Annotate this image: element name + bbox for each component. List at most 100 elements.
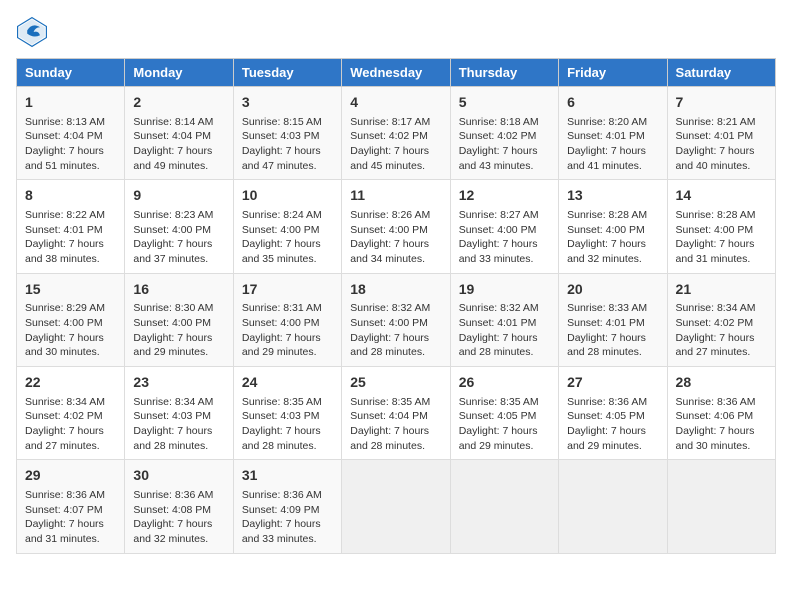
day-info: Sunrise: 8:13 AM Sunset: 4:04 PM Dayligh… [25, 115, 116, 174]
calendar-cell: 13Sunrise: 8:28 AM Sunset: 4:00 PM Dayli… [559, 180, 667, 273]
day-number: 11 [350, 186, 441, 206]
calendar-cell: 23Sunrise: 8:34 AM Sunset: 4:03 PM Dayli… [125, 367, 233, 460]
day-info: Sunrise: 8:22 AM Sunset: 4:01 PM Dayligh… [25, 208, 116, 267]
day-number: 14 [676, 186, 767, 206]
calendar-week-3: 15Sunrise: 8:29 AM Sunset: 4:00 PM Dayli… [17, 273, 776, 366]
logo-icon [16, 16, 48, 48]
day-number: 9 [133, 186, 224, 206]
day-number: 4 [350, 93, 441, 113]
day-number: 2 [133, 93, 224, 113]
calendar-cell: 8Sunrise: 8:22 AM Sunset: 4:01 PM Daylig… [17, 180, 125, 273]
day-number: 27 [567, 373, 658, 393]
calendar-cell [450, 460, 558, 553]
day-number: 13 [567, 186, 658, 206]
day-info: Sunrise: 8:34 AM Sunset: 4:02 PM Dayligh… [25, 395, 116, 454]
day-info: Sunrise: 8:33 AM Sunset: 4:01 PM Dayligh… [567, 301, 658, 360]
calendar-week-4: 22Sunrise: 8:34 AM Sunset: 4:02 PM Dayli… [17, 367, 776, 460]
weekday-header-saturday: Saturday [667, 59, 775, 87]
day-info: Sunrise: 8:32 AM Sunset: 4:00 PM Dayligh… [350, 301, 441, 360]
day-number: 5 [459, 93, 550, 113]
day-info: Sunrise: 8:29 AM Sunset: 4:00 PM Dayligh… [25, 301, 116, 360]
day-number: 12 [459, 186, 550, 206]
day-info: Sunrise: 8:34 AM Sunset: 4:02 PM Dayligh… [676, 301, 767, 360]
day-number: 21 [676, 280, 767, 300]
calendar-cell: 30Sunrise: 8:36 AM Sunset: 4:08 PM Dayli… [125, 460, 233, 553]
day-info: Sunrise: 8:31 AM Sunset: 4:00 PM Dayligh… [242, 301, 333, 360]
day-info: Sunrise: 8:36 AM Sunset: 4:09 PM Dayligh… [242, 488, 333, 547]
calendar-week-1: 1Sunrise: 8:13 AM Sunset: 4:04 PM Daylig… [17, 87, 776, 180]
calendar-cell: 31Sunrise: 8:36 AM Sunset: 4:09 PM Dayli… [233, 460, 341, 553]
calendar-cell: 21Sunrise: 8:34 AM Sunset: 4:02 PM Dayli… [667, 273, 775, 366]
calendar-week-2: 8Sunrise: 8:22 AM Sunset: 4:01 PM Daylig… [17, 180, 776, 273]
calendar-cell: 9Sunrise: 8:23 AM Sunset: 4:00 PM Daylig… [125, 180, 233, 273]
day-info: Sunrise: 8:28 AM Sunset: 4:00 PM Dayligh… [567, 208, 658, 267]
calendar-cell: 12Sunrise: 8:27 AM Sunset: 4:00 PM Dayli… [450, 180, 558, 273]
calendar-cell: 3Sunrise: 8:15 AM Sunset: 4:03 PM Daylig… [233, 87, 341, 180]
calendar-cell: 1Sunrise: 8:13 AM Sunset: 4:04 PM Daylig… [17, 87, 125, 180]
calendar-cell: 16Sunrise: 8:30 AM Sunset: 4:00 PM Dayli… [125, 273, 233, 366]
day-info: Sunrise: 8:36 AM Sunset: 4:06 PM Dayligh… [676, 395, 767, 454]
calendar-cell: 29Sunrise: 8:36 AM Sunset: 4:07 PM Dayli… [17, 460, 125, 553]
day-info: Sunrise: 8:30 AM Sunset: 4:00 PM Dayligh… [133, 301, 224, 360]
calendar-cell: 2Sunrise: 8:14 AM Sunset: 4:04 PM Daylig… [125, 87, 233, 180]
calendar-cell: 25Sunrise: 8:35 AM Sunset: 4:04 PM Dayli… [342, 367, 450, 460]
weekday-header-monday: Monday [125, 59, 233, 87]
calendar-cell: 24Sunrise: 8:35 AM Sunset: 4:03 PM Dayli… [233, 367, 341, 460]
weekday-header-sunday: Sunday [17, 59, 125, 87]
calendar-cell [342, 460, 450, 553]
calendar-cell: 18Sunrise: 8:32 AM Sunset: 4:00 PM Dayli… [342, 273, 450, 366]
calendar-cell: 14Sunrise: 8:28 AM Sunset: 4:00 PM Dayli… [667, 180, 775, 273]
calendar-cell: 20Sunrise: 8:33 AM Sunset: 4:01 PM Dayli… [559, 273, 667, 366]
day-info: Sunrise: 8:17 AM Sunset: 4:02 PM Dayligh… [350, 115, 441, 174]
calendar-cell [559, 460, 667, 553]
calendar-cell: 5Sunrise: 8:18 AM Sunset: 4:02 PM Daylig… [450, 87, 558, 180]
calendar-cell: 11Sunrise: 8:26 AM Sunset: 4:00 PM Dayli… [342, 180, 450, 273]
day-number: 16 [133, 280, 224, 300]
day-number: 25 [350, 373, 441, 393]
day-number: 7 [676, 93, 767, 113]
day-number: 15 [25, 280, 116, 300]
day-info: Sunrise: 8:32 AM Sunset: 4:01 PM Dayligh… [459, 301, 550, 360]
calendar-cell: 4Sunrise: 8:17 AM Sunset: 4:02 PM Daylig… [342, 87, 450, 180]
day-info: Sunrise: 8:23 AM Sunset: 4:00 PM Dayligh… [133, 208, 224, 267]
calendar-header: SundayMondayTuesdayWednesdayThursdayFrid… [17, 59, 776, 87]
calendar-body: 1Sunrise: 8:13 AM Sunset: 4:04 PM Daylig… [17, 87, 776, 554]
day-number: 31 [242, 466, 333, 486]
day-info: Sunrise: 8:15 AM Sunset: 4:03 PM Dayligh… [242, 115, 333, 174]
day-number: 6 [567, 93, 658, 113]
calendar-table: SundayMondayTuesdayWednesdayThursdayFrid… [16, 58, 776, 554]
day-info: Sunrise: 8:14 AM Sunset: 4:04 PM Dayligh… [133, 115, 224, 174]
day-number: 30 [133, 466, 224, 486]
calendar-cell: 19Sunrise: 8:32 AM Sunset: 4:01 PM Dayli… [450, 273, 558, 366]
calendar-cell: 7Sunrise: 8:21 AM Sunset: 4:01 PM Daylig… [667, 87, 775, 180]
weekday-header-tuesday: Tuesday [233, 59, 341, 87]
calendar-week-5: 29Sunrise: 8:36 AM Sunset: 4:07 PM Dayli… [17, 460, 776, 553]
day-info: Sunrise: 8:18 AM Sunset: 4:02 PM Dayligh… [459, 115, 550, 174]
day-number: 23 [133, 373, 224, 393]
day-number: 22 [25, 373, 116, 393]
calendar-cell: 10Sunrise: 8:24 AM Sunset: 4:00 PM Dayli… [233, 180, 341, 273]
day-info: Sunrise: 8:36 AM Sunset: 4:08 PM Dayligh… [133, 488, 224, 547]
logo [16, 16, 52, 48]
day-info: Sunrise: 8:21 AM Sunset: 4:01 PM Dayligh… [676, 115, 767, 174]
calendar-cell: 26Sunrise: 8:35 AM Sunset: 4:05 PM Dayli… [450, 367, 558, 460]
calendar-cell: 6Sunrise: 8:20 AM Sunset: 4:01 PM Daylig… [559, 87, 667, 180]
day-number: 1 [25, 93, 116, 113]
calendar-cell: 27Sunrise: 8:36 AM Sunset: 4:05 PM Dayli… [559, 367, 667, 460]
weekday-row: SundayMondayTuesdayWednesdayThursdayFrid… [17, 59, 776, 87]
day-number: 26 [459, 373, 550, 393]
calendar-cell: 22Sunrise: 8:34 AM Sunset: 4:02 PM Dayli… [17, 367, 125, 460]
day-info: Sunrise: 8:35 AM Sunset: 4:04 PM Dayligh… [350, 395, 441, 454]
day-info: Sunrise: 8:28 AM Sunset: 4:00 PM Dayligh… [676, 208, 767, 267]
day-info: Sunrise: 8:27 AM Sunset: 4:00 PM Dayligh… [459, 208, 550, 267]
day-number: 10 [242, 186, 333, 206]
weekday-header-thursday: Thursday [450, 59, 558, 87]
day-info: Sunrise: 8:36 AM Sunset: 4:07 PM Dayligh… [25, 488, 116, 547]
day-number: 29 [25, 466, 116, 486]
calendar-cell: 15Sunrise: 8:29 AM Sunset: 4:00 PM Dayli… [17, 273, 125, 366]
day-number: 20 [567, 280, 658, 300]
day-info: Sunrise: 8:36 AM Sunset: 4:05 PM Dayligh… [567, 395, 658, 454]
day-number: 17 [242, 280, 333, 300]
page-header [16, 16, 776, 48]
day-info: Sunrise: 8:34 AM Sunset: 4:03 PM Dayligh… [133, 395, 224, 454]
